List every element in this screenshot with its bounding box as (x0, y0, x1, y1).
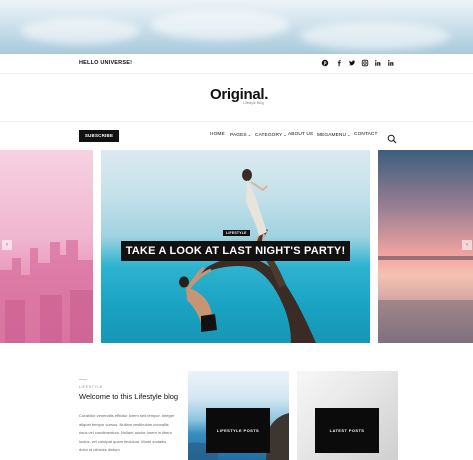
category-badge[interactable]: LIFESTYLE (223, 230, 250, 236)
nav-item-about-us[interactable]: ABOUT US (288, 132, 313, 137)
slider-next-button[interactable]: › (462, 240, 472, 250)
facebook-icon[interactable] (334, 59, 344, 69)
lifestyle-posts-card[interactable]: LIFESTYLE POSTS (188, 371, 289, 460)
nav-item-pages[interactable]: PAGES⌄ (230, 132, 251, 138)
intro-kicker: LIFESTYLE (79, 384, 103, 389)
lifestyle-posts-label[interactable]: LIFESTYLE POSTS (206, 408, 270, 453)
nav-item-home[interactable]: HOME (210, 132, 225, 137)
latest-posts-label[interactable]: LATEST POSTS (315, 408, 379, 453)
chevron-down-icon: ⌄ (247, 132, 252, 137)
chevron-down-icon: ⌄ (347, 132, 351, 137)
chevron-down-icon: ⌄ (283, 132, 287, 137)
logo-area: Original. Lifestyle Blog (0, 74, 473, 122)
header-banner-image (0, 0, 473, 54)
main-nav: SUBSCRIBE HOME PAGES⌄ CATEGORY⌄ ABOUT US… (0, 122, 473, 150)
latest-posts-card[interactable]: LATEST POSTS (297, 371, 398, 460)
search-icon[interactable] (387, 131, 397, 144)
intro-body: Curabitur venenatis efficitur lorem sed … (79, 413, 175, 452)
pinterest-icon[interactable] (320, 59, 330, 69)
instagram-icon[interactable] (360, 59, 370, 69)
subscribe-button[interactable]: SUBSCRIBE (79, 130, 119, 142)
greeting-text: HELLO UNIVERSE! (79, 60, 133, 66)
linkedin-icon[interactable] (373, 59, 383, 69)
slide-headline[interactable]: TAKE A LOOK AT LAST NIGHT'S PARTY! (121, 241, 350, 261)
twitter-icon[interactable] (347, 59, 357, 69)
slider-prev-button[interactable]: ‹ (2, 240, 12, 250)
divider (79, 379, 87, 380)
site-tagline: Lifestyle Blog (243, 101, 264, 105)
intro-title: Welcome to this Lifestyle blog (79, 392, 179, 401)
nav-item-category[interactable]: CATEGORY⌄ (255, 132, 287, 138)
top-bar: HELLO UNIVERSE! (0, 54, 473, 74)
slide-image-sunset[interactable] (378, 150, 473, 343)
nav-item-megamenu[interactable]: MEGAMENU⌄ (317, 132, 351, 138)
page: HELLO UNIVERSE! Original. Lifestyle Blog… (0, 0, 473, 460)
linkedin-alt-icon[interactable] (386, 59, 396, 69)
nav-item-contact[interactable]: CONTACT (354, 132, 378, 137)
slide-image-city[interactable] (0, 150, 93, 343)
